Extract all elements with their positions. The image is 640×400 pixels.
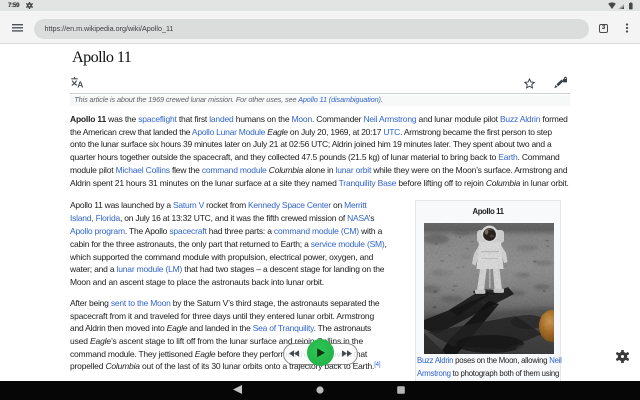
svg-text:A: A <box>77 80 83 89</box>
